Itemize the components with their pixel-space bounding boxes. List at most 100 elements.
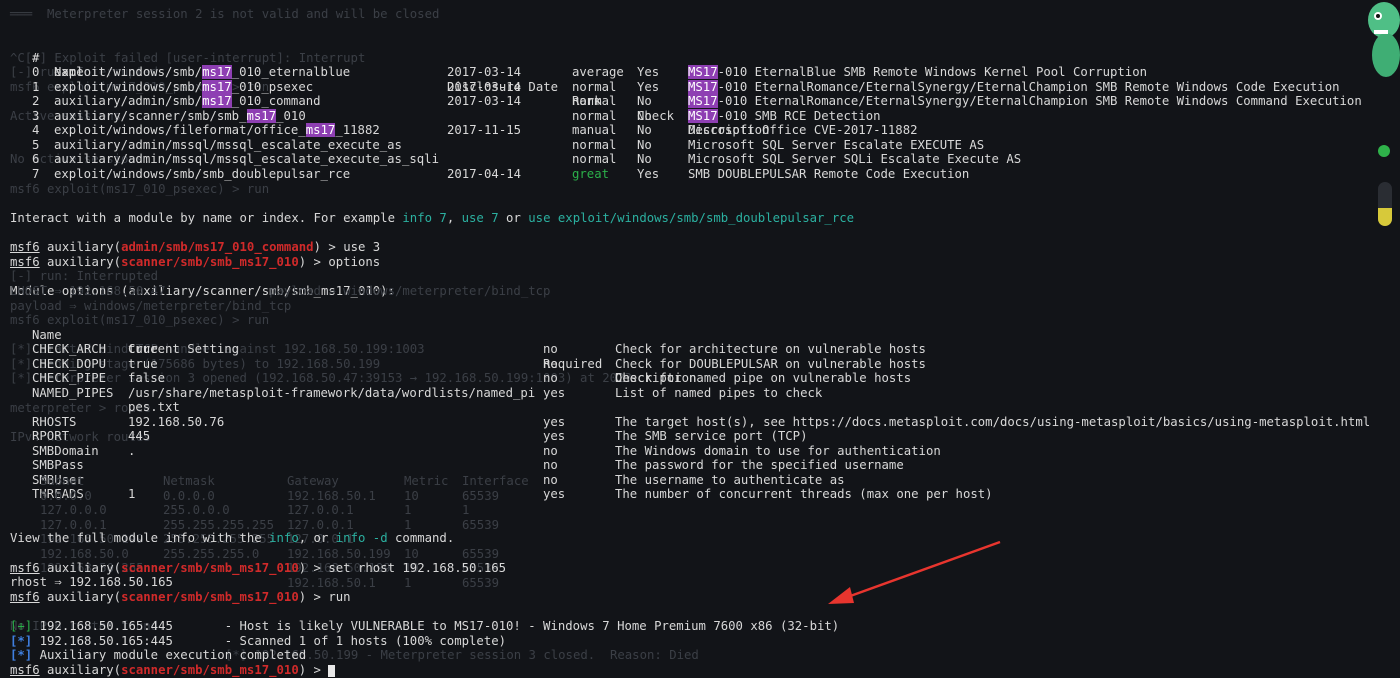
ghost-line: payload ⇒ windows/meterpreter/bind_tcp (10, 299, 292, 313)
check: No (637, 94, 652, 108)
result-text: 192.168.50.165:445 - Scanned 1 of 1 host… (32, 634, 507, 648)
module-name[interactable]: auxiliary/scanner/smb/smb_ms17_010 (54, 108, 306, 124)
option-description: The password for the specified username (615, 458, 904, 472)
rank: manual (572, 123, 617, 137)
result-text: Auxiliary module execution completed (32, 648, 307, 662)
ghost-line-text: LHOST ⇒ 192.168.50.47 payload ⇒ windows/… (10, 284, 551, 298)
option-required: yes (543, 429, 566, 443)
option-required: no (543, 342, 558, 356)
ghost-route-cell: 127.0.0.1 (40, 517, 107, 532)
use-module-link[interactable]: use exploit/windows/smb/smb_doublepulsar… (528, 211, 854, 225)
description-text: Microsoft SQL Server SQLi Escalate Execu… (688, 152, 1022, 166)
description-text: -010 EternalRomance/EternalSynergy/Etern… (717, 79, 1340, 94)
check: No (637, 137, 652, 152)
option-description: Check for architecture on vulnerable hos… (615, 342, 926, 356)
hint-text: , (446, 211, 462, 225)
info-d-link[interactable]: info -d (336, 531, 388, 545)
module-name-text: exploit/windows/smb/ (54, 65, 203, 79)
prompt-text: auxiliary( (39, 590, 122, 604)
option-name: CHECK_PIPE (32, 371, 107, 385)
ghost-route-cell: Gateway (287, 474, 339, 488)
ghost-line: ^C[-] Exploit failed [user-interrupt]: I… (10, 51, 366, 65)
ghost-route-cell: 192.168.50.199 (287, 546, 391, 561)
module-name[interactable]: exploit/windows/fileformat/office_ms17_1… (54, 123, 380, 138)
disclosure-date: 2017-11-15 (447, 123, 522, 137)
option-description: Check for DOUBLEPULSAR on vulnerable hos… (615, 356, 926, 371)
command-text: options (328, 255, 381, 269)
description: MS17-010 EternalBlue SMB Remote Windows … (688, 65, 1147, 80)
prompt-msf: msf6 (10, 561, 40, 575)
module-name-text: _010_eternalblue (231, 65, 351, 79)
option-value: 192.168.50.76 (128, 414, 225, 429)
ghost-route-cell: 65539 (462, 575, 500, 590)
interact-hint: Interact with a module by name or index.… (10, 211, 854, 226)
module-name[interactable]: auxiliary/admin/mssql/mssql_escalate_exe… (54, 152, 439, 167)
command-text: use 3 (343, 240, 381, 254)
module-name[interactable]: auxiliary/admin/mssql/mssql_escalate_exe… (54, 138, 402, 153)
description: MS17-010 SMB RCE Detection (688, 108, 881, 124)
check: Yes (637, 65, 660, 79)
disclosure-date: 2017-03-14 (447, 94, 522, 108)
hint-text: or (498, 211, 529, 225)
option-required: no (543, 458, 558, 472)
search-highlight: MS17 (688, 108, 718, 123)
scrollbar[interactable] (1378, 182, 1392, 226)
option-value: 1 (128, 487, 136, 501)
ghost-route-cell: 127.0.0.0 (40, 503, 107, 517)
ghost-route-cell: 255.255.255.255 (163, 517, 275, 532)
result-text: 192.168.50.165:445 - Host is likely VULN… (32, 619, 840, 633)
view-info-hint: View the full module info with the info,… (10, 531, 454, 546)
prompt-module: scanner/smb/smb_ms17_010 (121, 590, 299, 604)
description: MS17-010 EternalRomance/EternalSynergy/E… (688, 94, 1362, 109)
module-name-text: auxiliary/admin/mssql/mssql_escalate_exe… (54, 137, 402, 152)
option-required: yes (543, 487, 566, 501)
module-name-text: _11882 (335, 123, 380, 137)
prompt-msf: msf6 (10, 255, 40, 269)
prompt-text: auxiliary( (39, 561, 122, 575)
option-required: no (543, 356, 558, 371)
option-value: true (128, 356, 158, 371)
description-text: -010 EternalRomance/EternalSynergy/Etern… (717, 94, 1362, 108)
info-link[interactable]: info (269, 531, 299, 545)
prompt-line: msf6 auxiliary(scanner/smb/smb_ms17_010)… (10, 561, 506, 576)
hint-text: View the full module info with the (10, 531, 270, 545)
module-name-text: auxiliary/admin/smb/ (54, 94, 203, 108)
col-header-num: # (32, 50, 40, 65)
prompt-text: ) > (298, 561, 329, 575)
module-name[interactable]: exploit/windows/smb/smb_doublepulsar_rce (54, 167, 350, 182)
prompt-line[interactable]: msf6 auxiliary(scanner/smb/smb_ms17_010)… (10, 663, 336, 678)
check: Yes (637, 79, 660, 94)
ghost-route-cell: 65539 (462, 546, 500, 561)
option-value: . (128, 443, 136, 458)
option-name: RHOSTS (32, 414, 77, 429)
prompt-msf: msf6 (10, 590, 40, 604)
option-name: CHECK_DOPU (32, 356, 107, 371)
prompt-line: msf6 auxiliary(scanner/smb/smb_ms17_010)… (10, 255, 380, 270)
option-value: false (128, 371, 166, 385)
module-name[interactable]: exploit/windows/smb/ms17_010_eternalblue (54, 65, 350, 80)
rank: normal (572, 152, 617, 166)
rhost-set-output: rhost ⇒ 192.168.50.165 (10, 575, 173, 590)
ghost-route-cell: Subnet (40, 474, 85, 488)
status-star: [*] (10, 634, 33, 648)
use-link[interactable]: use 7 (462, 211, 499, 225)
prompt-module: scanner/smb/smb_ms17_010 (121, 561, 299, 575)
check: No (637, 152, 652, 166)
option-description: Check for named pipe on vulnerable hosts (615, 371, 912, 385)
option-required: yes (543, 385, 566, 400)
info-link[interactable]: info 7 (402, 211, 446, 225)
module-options-title: Module options (auxiliary/scanner/smb/sm… (10, 284, 550, 299)
scrollbar-thumb[interactable] (1378, 208, 1392, 226)
row-number: 0 (32, 65, 40, 79)
check: No (637, 108, 652, 123)
disclosure-date: 2017-03-14 (447, 65, 522, 79)
module-name[interactable]: auxiliary/admin/smb/ms17_010_command (54, 94, 321, 109)
ghost-route-cell: 65539 (462, 488, 500, 503)
description: MS17-010 EternalRomance/EternalSynergy/E… (688, 79, 1340, 95)
ghost-line: [-] run: Interrupted (10, 269, 159, 283)
module-name[interactable]: exploit/windows/smb/ms17_010_psexec (54, 79, 313, 95)
row-number: 7 (32, 166, 40, 181)
ghost-line: ═══ Meterpreter session 2 is not valid a… (10, 7, 440, 21)
description-text: SMB DOUBLEPULSAR Remote Code Execution (688, 166, 970, 181)
result-completed: [*] Auxiliary module execution completed (10, 648, 306, 663)
